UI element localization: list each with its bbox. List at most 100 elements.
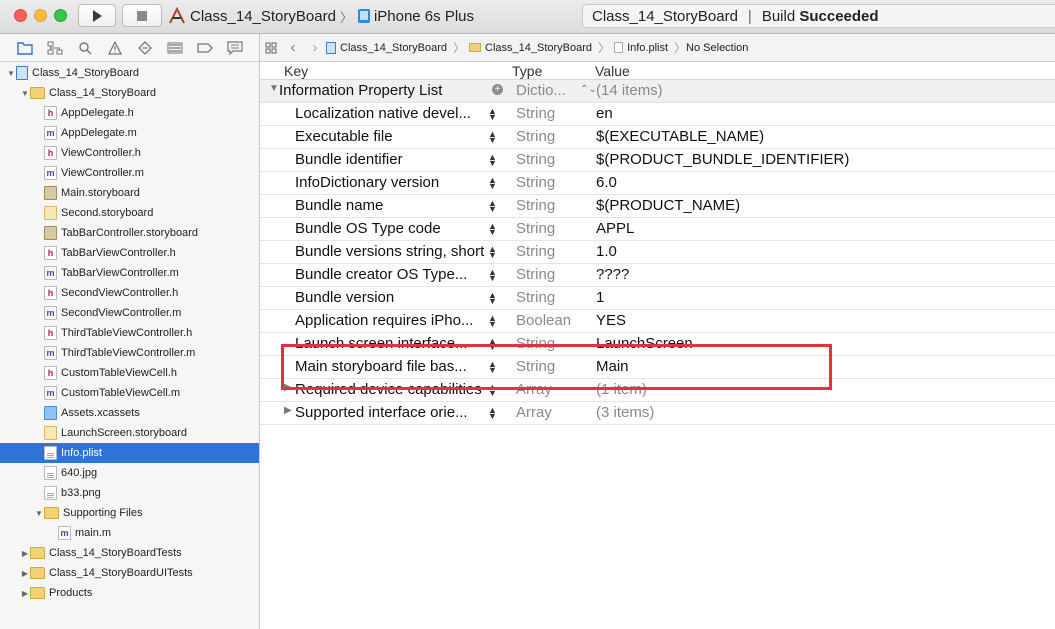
jump-bar-crumb-file[interactable]: Info.plist — [614, 42, 668, 54]
plist-row[interactable]: Bundle name ▲ ▼ String $(PRODUCT_NAME) — [260, 195, 1055, 218]
navigator-item[interactable]: Second.storyboard — [0, 203, 259, 223]
navigator-item[interactable]: m SecondViewController.m — [0, 303, 259, 323]
key-stepper-icon[interactable]: ▲ ▼ — [488, 199, 497, 214]
plist-type[interactable]: String — [516, 105, 555, 122]
navigator-item[interactable]: h ViewController.h — [0, 143, 259, 163]
test-navigator-tab[interactable] — [130, 34, 160, 62]
plist-value[interactable]: 1 — [596, 289, 604, 306]
key-stepper-icon[interactable]: ▲ ▼ — [488, 291, 497, 306]
plist-type[interactable]: String — [516, 220, 555, 237]
navigator-item[interactable]: m AppDelegate.m — [0, 123, 259, 143]
navigator-item[interactable]: ▼ Class_14_StoryBoard — [0, 63, 259, 83]
navigator-item[interactable]: LaunchScreen.storyboard — [0, 423, 259, 443]
plist-value[interactable]: 1.0 — [596, 243, 617, 260]
navigator-item[interactable]: h ThirdTableViewController.h — [0, 323, 259, 343]
plist-row[interactable]: Bundle identifier ▲ ▼ String $(PRODUCT_BUNDL… — [260, 149, 1055, 172]
navigator-item[interactable]: m ViewController.m — [0, 163, 259, 183]
plist-value[interactable]: (1 item) — [596, 381, 647, 398]
key-stepper-icon[interactable]: ▲ ▼ — [488, 314, 497, 329]
disclosure-closed-icon[interactable]: ▶ — [20, 569, 30, 578]
navigator-item[interactable]: Info.plist — [0, 443, 259, 463]
plist-value[interactable]: $(PRODUCT_NAME) — [596, 197, 740, 214]
key-stepper-icon[interactable]: ▲ ▼ — [488, 222, 497, 237]
disclosure-closed-icon[interactable]: ▶ — [284, 405, 292, 416]
jump-bar-crumb-project[interactable]: Class_14_StoryBoard — [326, 41, 447, 54]
jump-bar-crumb-selection[interactable]: No Selection — [686, 42, 748, 54]
jump-bar-crumb-group[interactable]: Class_14_StoryBoard — [469, 42, 592, 54]
find-navigator-tab[interactable] — [70, 34, 100, 62]
key-stepper-icon[interactable]: ▲ ▼ — [488, 107, 497, 122]
close-window-button[interactable] — [14, 9, 27, 22]
plist-value[interactable]: ???? — [596, 266, 629, 283]
back-button[interactable]: ‹ — [282, 39, 304, 56]
plist-row[interactable]: Bundle versions string, short ▲ ▼ String 1.0 — [260, 241, 1055, 264]
plist-value[interactable]: $(EXECUTABLE_NAME) — [596, 128, 764, 145]
type-column-header[interactable]: Type — [512, 63, 542, 79]
plist-row[interactable]: Localization native devel... ▲ ▼ String en — [260, 103, 1055, 126]
forward-button[interactable]: › — [304, 39, 326, 56]
plist-row[interactable]: Executable file ▲ ▼ String $(EXECUTABLE_NAME… — [260, 126, 1055, 149]
plist-type[interactable]: String — [516, 358, 555, 375]
navigator-item[interactable]: m CustomTableViewCell.m — [0, 383, 259, 403]
navigator-item[interactable]: b33.png — [0, 483, 259, 503]
navigator-item[interactable]: ▼ Supporting Files — [0, 503, 259, 523]
navigator-item[interactable]: ▶ Class_14_StoryBoardTests — [0, 543, 259, 563]
plist-row[interactable]: ▶ Supported interface orie... ▲ ▼ Array (3 it… — [260, 402, 1055, 425]
navigator-item[interactable]: 640.jpg — [0, 463, 259, 483]
value-column-header[interactable]: Value — [595, 63, 630, 79]
plist-type[interactable]: String — [516, 128, 555, 145]
plist-value[interactable]: en — [596, 105, 613, 122]
disclosure-open-icon[interactable]: ▼ — [269, 83, 279, 94]
disclosure-open-icon[interactable]: ▼ — [20, 89, 30, 98]
navigator-item[interactable]: Assets.xcassets — [0, 403, 259, 423]
plist-type[interactable]: Array — [516, 404, 552, 421]
key-stepper-icon[interactable]: ▲ ▼ — [488, 268, 497, 283]
plist-row[interactable]: Bundle version ▲ ▼ String 1 — [260, 287, 1055, 310]
plist-type[interactable]: String — [516, 266, 555, 283]
navigator-item[interactable]: m TabBarViewController.m — [0, 263, 259, 283]
plist-row[interactable]: Launch screen interface... ▲ ▼ String Launch… — [260, 333, 1055, 356]
navigator-item[interactable]: TabBarController.storyboard — [0, 223, 259, 243]
key-stepper-icon[interactable]: ▲ ▼ — [488, 130, 497, 145]
add-item-icon[interactable]: + — [492, 84, 503, 95]
disclosure-open-icon[interactable]: ▼ — [34, 509, 44, 518]
issue-navigator-tab[interactable] — [100, 34, 130, 62]
plist-row[interactable]: Main storyboard file bas... ▲ ▼ String Main — [260, 356, 1055, 379]
plist-type[interactable]: String — [516, 335, 555, 352]
run-button[interactable] — [78, 4, 116, 27]
plist-row[interactable]: Application requires iPho... ▲ ▼ Boolean YES — [260, 310, 1055, 333]
plist-type[interactable]: String — [516, 243, 555, 260]
report-navigator-tab[interactable] — [220, 34, 250, 62]
navigator-item[interactable]: ▶ Class_14_StoryBoardUITests — [0, 563, 259, 583]
plist-value[interactable]: $(PRODUCT_BUNDLE_IDENTIFIER) — [596, 151, 849, 168]
plist-value[interactable]: LaunchScreen — [596, 335, 693, 352]
plist-row[interactable]: Bundle creator OS Type... ▲ ▼ String???? — [260, 264, 1055, 287]
debug-navigator-tab[interactable] — [160, 34, 190, 62]
zoom-window-button[interactable] — [54, 9, 67, 22]
key-column-header[interactable]: Key — [284, 63, 308, 79]
plist-row[interactable]: ▶ Required device capabilities ▲ ▼ Array (1 i… — [260, 379, 1055, 402]
project-navigator-tab[interactable] — [10, 34, 40, 62]
navigator-item[interactable]: ▼ Class_14_StoryBoard — [0, 83, 259, 103]
key-stepper-icon[interactable]: ▲ ▼ — [488, 337, 497, 352]
navigator-item[interactable]: h SecondViewController.h — [0, 283, 259, 303]
plist-value[interactable]: (3 items) — [596, 404, 654, 421]
stop-button[interactable] — [122, 4, 162, 27]
related-items-button[interactable] — [260, 42, 282, 54]
key-stepper-icon[interactable]: ▲ ▼ — [488, 406, 497, 421]
plist-value[interactable]: 6.0 — [596, 174, 617, 191]
navigator-item[interactable]: h AppDelegate.h — [0, 103, 259, 123]
disclosure-closed-icon[interactable]: ▶ — [284, 382, 292, 393]
plist-row[interactable]: InfoDictionary version ▲ ▼ String 6.0 — [260, 172, 1055, 195]
plist-type[interactable]: String — [516, 197, 555, 214]
navigator-item[interactable]: m main.m — [0, 523, 259, 543]
plist-root-row[interactable]: ▼ Information Property List + Dictio... … — [260, 80, 1055, 103]
key-stepper-icon[interactable]: ▲ ▼ — [488, 176, 497, 191]
disclosure-closed-icon[interactable]: ▶ — [20, 589, 30, 598]
navigator-item[interactable]: m ThirdTableViewController.m — [0, 343, 259, 363]
key-stepper-icon[interactable]: ▲ ▼ — [488, 153, 497, 168]
plist-type[interactable]: Array — [516, 381, 552, 398]
breakpoint-navigator-tab[interactable] — [190, 34, 220, 62]
navigator-item[interactable]: ▶ Products — [0, 583, 259, 603]
plist-type[interactable]: String — [516, 289, 555, 306]
